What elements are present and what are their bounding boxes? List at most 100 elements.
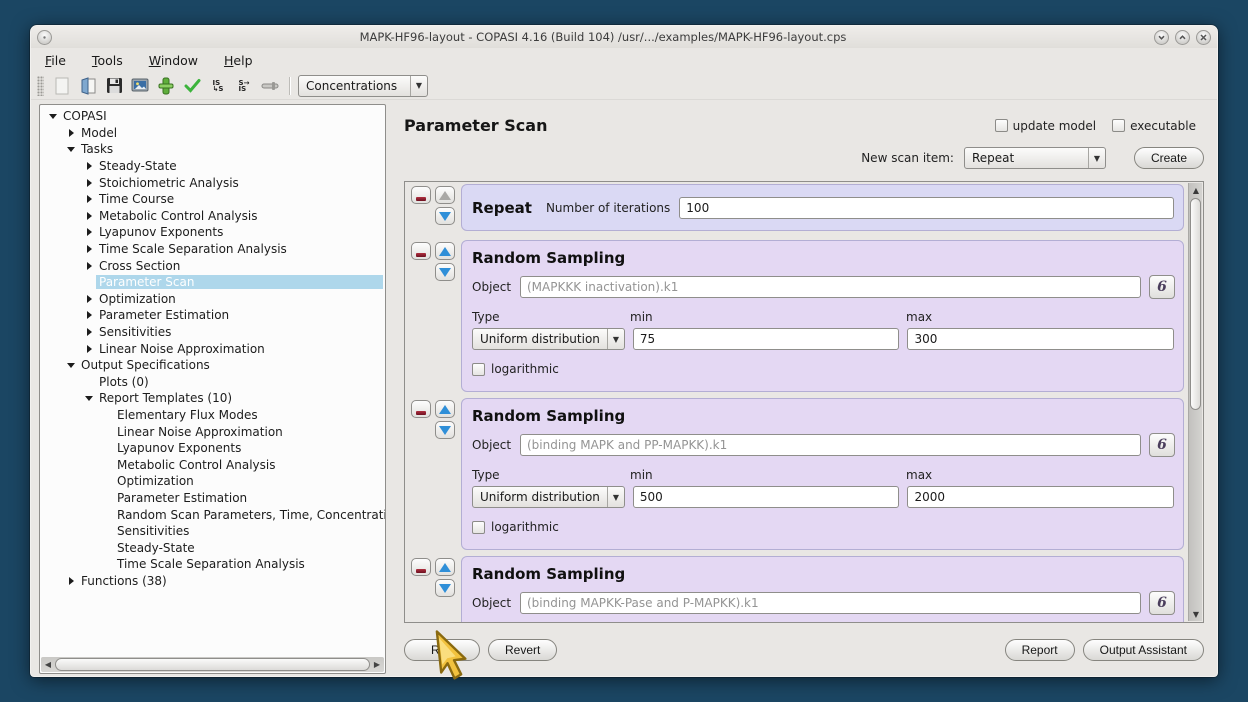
min-input[interactable] <box>633 486 900 508</box>
tree-expand-right-icon[interactable] <box>82 311 96 319</box>
tree-item-sensitivities[interactable]: Sensitivities <box>40 523 385 540</box>
object-input[interactable] <box>520 434 1141 456</box>
min-input[interactable] <box>633 328 900 350</box>
move-item-up-button[interactable] <box>435 558 455 576</box>
check-icon[interactable] <box>179 75 205 97</box>
report-button[interactable]: Report <box>1005 639 1075 661</box>
remove-scan-item-button[interactable] <box>411 242 431 260</box>
max-input[interactable] <box>907 328 1174 350</box>
run-button[interactable]: Run <box>404 639 480 661</box>
tree-item-metabolic-control-analysis[interactable]: Metabolic Control Analysis <box>40 208 385 225</box>
tree-item-functions-38[interactable]: Functions (38) <box>40 573 385 590</box>
tree-item-tasks[interactable]: Tasks <box>40 141 385 158</box>
move-item-down-button[interactable] <box>435 207 455 225</box>
move-item-down-button[interactable] <box>435 421 455 439</box>
minimize-button[interactable] <box>1154 30 1169 45</box>
tree-item-output-specifications[interactable]: Output Specifications <box>40 357 385 374</box>
object-input[interactable] <box>520 592 1141 614</box>
tree-item-elementary-flux-modes[interactable]: Elementary Flux Modes <box>40 407 385 424</box>
tree-item-optimization[interactable]: Optimization <box>40 291 385 308</box>
tree-item-copasi[interactable]: COPASI <box>40 108 385 125</box>
tree-expand-right-icon[interactable] <box>82 195 96 203</box>
tree-item-parameter-estimation[interactable]: Parameter Estimation <box>40 490 385 507</box>
move-item-up-button[interactable] <box>435 242 455 260</box>
object-select-button[interactable]: 6 <box>1149 433 1175 457</box>
checkbox-icon[interactable] <box>995 119 1008 132</box>
output-assistant-button[interactable]: Output Assistant <box>1083 639 1204 661</box>
object-input[interactable] <box>520 276 1141 298</box>
checkbox-icon[interactable] <box>472 521 485 534</box>
remove-scan-item-button[interactable] <box>411 400 431 418</box>
tree-expand-down-icon[interactable] <box>64 363 78 368</box>
export-image-icon[interactable] <box>127 75 153 97</box>
new-document-icon[interactable] <box>49 75 75 97</box>
tree-item-cross-section[interactable]: Cross Section <box>40 257 385 274</box>
update-model-checkbox[interactable]: update model <box>995 119 1096 133</box>
tree-item-parameter-estimation[interactable]: Parameter Estimation <box>40 307 385 324</box>
menu-help[interactable]: Help <box>224 53 253 68</box>
tree-item-lyapunov-exponents[interactable]: Lyapunov Exponents <box>40 440 385 457</box>
tree-item-plots-0[interactable]: Plots (0) <box>40 374 385 391</box>
checkbox-icon[interactable] <box>1112 119 1125 132</box>
tree-expand-right-icon[interactable] <box>82 345 96 353</box>
tree-item-stoichiometric-analysis[interactable]: Stoichiometric Analysis <box>40 174 385 191</box>
tree-item-lyapunov-exponents[interactable]: Lyapunov Exponents <box>40 224 385 241</box>
object-select-button[interactable]: 6 <box>1149 275 1175 299</box>
maximize-button[interactable] <box>1175 30 1190 45</box>
window-menu-button[interactable] <box>37 30 52 45</box>
scroll-right-icon[interactable]: ▶ <box>370 660 384 669</box>
distribution-combobox[interactable]: Uniform distribution▼ <box>472 486 625 508</box>
menu-file[interactable]: File <box>45 53 66 68</box>
tree-item-time-course[interactable]: Time Course <box>40 191 385 208</box>
scroll-left-icon[interactable]: ◀ <box>41 660 55 669</box>
tree-expand-right-icon[interactable] <box>82 179 96 187</box>
tree-item-report-templates-10[interactable]: Report Templates (10) <box>40 390 385 407</box>
plugin-icon[interactable] <box>153 75 179 97</box>
tree-item-linear-noise-approximation[interactable]: Linear Noise Approximation <box>40 423 385 440</box>
tree-item-steady-state[interactable]: Steady-State <box>40 158 385 175</box>
tree-item-model[interactable]: Model <box>40 125 385 142</box>
object-select-button[interactable]: 6 <box>1149 591 1175 615</box>
tree-expand-right-icon[interactable] <box>64 577 78 585</box>
max-input[interactable] <box>907 486 1174 508</box>
distribution-combobox[interactable]: Uniform distribution▼ <box>472 328 625 350</box>
scroll-down-icon[interactable]: ▼ <box>1189 607 1203 621</box>
slider-icon[interactable] <box>257 75 283 97</box>
tree-item-sensitivities[interactable]: Sensitivities <box>40 324 385 341</box>
tree-item-random-scan-parameters-time-concentrations[interactable]: Random Scan Parameters, Time, Concentrat… <box>40 506 385 523</box>
is-to-s-icon[interactable]: IS↳S <box>205 75 231 97</box>
concentrations-combobox[interactable]: Concentrations ▼ <box>298 75 428 97</box>
tree-expand-right-icon[interactable] <box>82 245 96 253</box>
move-item-down-button[interactable] <box>435 263 455 281</box>
revert-button[interactable]: Revert <box>488 639 557 661</box>
tree-item-time-scale-separation-analysis[interactable]: Time Scale Separation Analysis <box>40 556 385 573</box>
new-scan-item-combobox[interactable]: Repeat ▼ <box>964 147 1106 169</box>
executable-checkbox[interactable]: executable <box>1112 119 1196 133</box>
toolbar-drag-handle[interactable] <box>37 76 44 96</box>
menu-tools[interactable]: Tools <box>92 53 123 68</box>
remove-scan-item-button[interactable] <box>411 186 431 204</box>
tree-expand-right-icon[interactable] <box>82 262 96 270</box>
scan-vertical-scrollbar[interactable]: ▲ ▼ <box>1188 183 1202 621</box>
tree-item-time-scale-separation-analysis[interactable]: Time Scale Separation Analysis <box>40 241 385 258</box>
tree-expand-right-icon[interactable] <box>64 129 78 137</box>
move-item-up-button[interactable] <box>435 186 455 204</box>
save-icon[interactable] <box>101 75 127 97</box>
scroll-up-icon[interactable]: ▲ <box>1189 183 1203 197</box>
close-button[interactable] <box>1196 30 1211 45</box>
tree-item-parameter-scan[interactable]: Parameter Scan <box>40 274 385 291</box>
tree-expand-down-icon[interactable] <box>46 114 60 119</box>
tree-item-linear-noise-approximation[interactable]: Linear Noise Approximation <box>40 340 385 357</box>
menu-window[interactable]: Window <box>149 53 198 68</box>
s-to-is-icon[interactable]: S→IS <box>231 75 257 97</box>
tree-expand-down-icon[interactable] <box>82 396 96 401</box>
tree-expand-right-icon[interactable] <box>82 328 96 336</box>
tree-item-metabolic-control-analysis[interactable]: Metabolic Control Analysis <box>40 456 385 473</box>
tree-expand-right-icon[interactable] <box>82 212 96 220</box>
move-item-down-button[interactable] <box>435 579 455 597</box>
scan-scrollbar-thumb[interactable] <box>1190 198 1201 410</box>
create-button[interactable]: Create <box>1134 147 1204 169</box>
iterations-input[interactable] <box>679 197 1174 219</box>
open-document-icon[interactable] <box>75 75 101 97</box>
tree-expand-right-icon[interactable] <box>82 295 96 303</box>
